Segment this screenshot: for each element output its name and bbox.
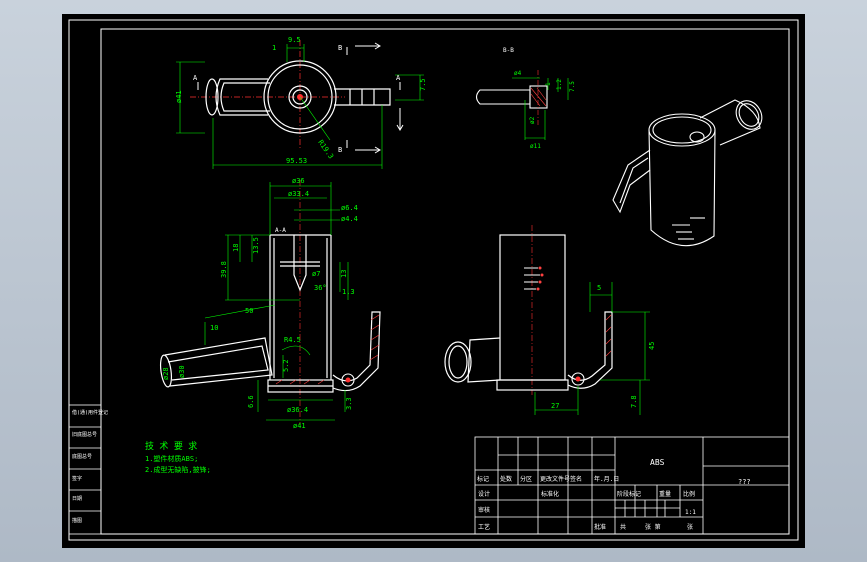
dim-3-3: 3.3: [345, 397, 353, 410]
dim-bb-d11: ø11: [530, 143, 541, 150]
hdr-mark: 标记: [477, 475, 489, 483]
hdr-sign: 签名: [570, 475, 582, 483]
dim-9-5: 9.5: [288, 36, 301, 44]
dim-d36: ø36: [292, 177, 305, 185]
label-standardize: 标准化: [541, 490, 559, 498]
dim-1: 1: [272, 44, 276, 52]
strip-label-1: 借(通)用件登记: [72, 409, 108, 416]
sheet-suffix: 张: [687, 523, 693, 531]
dim-side-45: 45: [648, 342, 656, 350]
dim-7-5-top: 7.5: [419, 78, 427, 91]
dim-50: 50: [245, 307, 253, 315]
dim-side-27: 27: [551, 402, 559, 410]
dim-bb-d2: ø2: [529, 116, 536, 124]
dim-95-53: 95.53: [286, 157, 307, 165]
strip-label-5: 日期: [72, 496, 82, 502]
strip-label-6: 描图: [72, 517, 82, 524]
dim-bb-12: 1.2: [556, 79, 563, 90]
tech-req-line1: 1.塑件材质ABS;: [145, 454, 198, 463]
dim-d7: ø7: [312, 270, 320, 278]
label-stage-mark: 阶段标记: [617, 490, 641, 498]
dim-bb-1: 1: [545, 82, 552, 86]
material-label: ABS: [650, 458, 665, 467]
scale-value: 1:1: [685, 509, 696, 516]
dim-13: 13: [340, 270, 348, 278]
section-bb-title: B-B: [503, 47, 514, 54]
label-approve: 批准: [594, 523, 606, 531]
hdr-date: 年.月.日: [594, 475, 619, 483]
mark-b-top: B: [338, 44, 342, 52]
dim-10: 10: [210, 324, 218, 332]
strip-label-3: 底图总号: [72, 453, 92, 460]
dim-36-deg: 36°: [314, 284, 327, 292]
label-scale: 比例: [683, 490, 695, 498]
label-check: 审核: [478, 506, 490, 514]
dim-bb-d4: ø4: [514, 70, 522, 77]
label-weight: 重量: [659, 490, 671, 498]
dim-6-6: 6.6: [247, 395, 255, 408]
strip-label-4: 签字: [72, 475, 82, 482]
dim-d4-4: ø4.4: [341, 215, 358, 223]
mark-b-bottom: B: [338, 146, 342, 154]
cad-drawing-sheet: 借(通)用件登记 旧底图总号 底图总号 签字 日期 描图 9.5 1 ø41 7…: [62, 14, 805, 548]
dim-r4-5: R4.5: [284, 336, 301, 344]
strip-label-2: 旧底图总号: [72, 431, 97, 438]
dim-18: 18: [232, 244, 240, 252]
dim-d36-4: ø36.4: [287, 406, 308, 414]
dim-d41-top: ø41: [175, 90, 183, 103]
dim-d41-bottom: ø41: [293, 422, 306, 430]
dim-bb-75: 7.5: [569, 81, 576, 92]
dim-39-8: 39.8: [220, 261, 228, 278]
tech-req-title: 技 术 要 求: [145, 440, 197, 452]
label-process: 工艺: [478, 523, 490, 531]
drawing-name: ???: [738, 478, 751, 486]
dim-d28: ø28: [162, 367, 170, 380]
dim-d33-4: ø33.4: [288, 190, 309, 198]
dim-1-3: 1.3: [342, 288, 355, 296]
hdr-change-doc: 更改文件号: [540, 475, 570, 483]
dim-d6-4: ø6.4: [341, 204, 358, 212]
dim-13-5: 13.5: [252, 237, 260, 254]
dim-5-2: 5.2: [282, 359, 290, 372]
dim-side-7-8: 7.8: [630, 395, 638, 408]
hdr-count: 处数: [500, 475, 512, 483]
dim-side-5: 5: [597, 284, 601, 292]
tech-req-line2: 2.成型无缺陷,披锋;: [145, 465, 211, 474]
hdr-zone: 分区: [520, 475, 532, 483]
section-aa-title: A-A: [275, 227, 286, 234]
label-design: 设计: [478, 490, 490, 498]
dim-d30: ø30: [178, 365, 186, 378]
sheet-number: 张 第: [645, 523, 661, 531]
sheets-total: 共: [620, 523, 626, 531]
